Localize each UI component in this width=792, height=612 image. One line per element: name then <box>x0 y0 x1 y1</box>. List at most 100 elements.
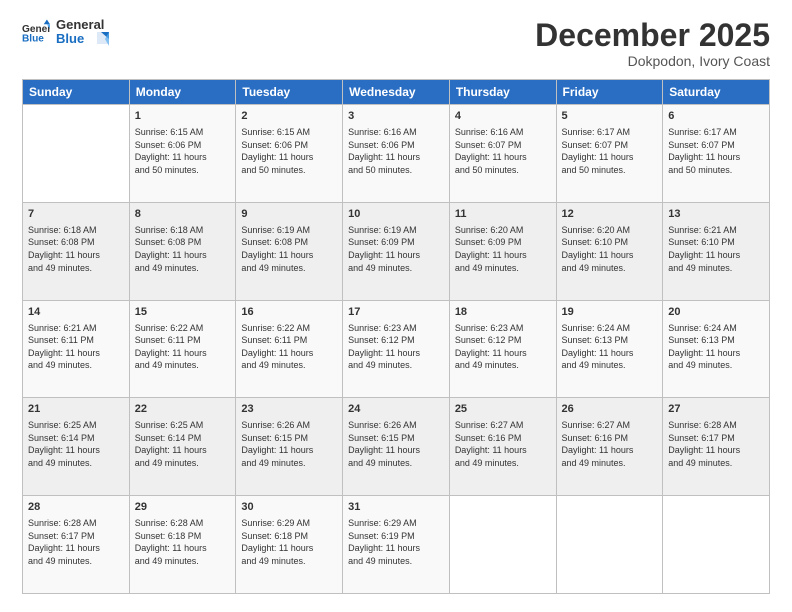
logo-icon: General Blue <box>22 18 50 46</box>
day-number: 27 <box>668 402 764 417</box>
cell-info: Sunrise: 6:23 AM Sunset: 6:12 PM Dayligh… <box>348 322 444 372</box>
day-number: 9 <box>241 207 337 222</box>
cell-info: Sunrise: 6:15 AM Sunset: 6:06 PM Dayligh… <box>135 126 231 176</box>
calendar-cell: 31Sunrise: 6:29 AM Sunset: 6:19 PM Dayli… <box>343 496 450 594</box>
calendar-cell: 8 Sunrise: 6:18 AM Sunset: 6:08 PM Daylig… <box>129 202 236 300</box>
day-number: 30 <box>241 500 337 515</box>
calendar-cell: 21 Sunrise: 6:25 AM Sunset: 6:14 PM Dayli… <box>23 398 130 496</box>
calendar-cell: 5 Sunrise: 6:17 AM Sunset: 6:07 PM Daylig… <box>556 105 663 203</box>
calendar-cell: 22 Sunrise: 6:25 AM Sunset: 6:14 PM Dayli… <box>129 398 236 496</box>
day-number: 25 <box>455 402 551 417</box>
day-number: 7 <box>28 207 124 222</box>
cell-info: Sunrise: 6:26 AM Sunset: 6:15 PM Dayligh… <box>241 419 337 469</box>
location: Dokpodon, Ivory Coast <box>535 53 770 69</box>
cell-info: Sunrise: 6:22 AM Sunset: 6:11 PM Dayligh… <box>135 322 231 372</box>
day-of-week-header: Tuesday <box>236 80 343 105</box>
calendar-cell: 6 Sunrise: 6:17 AM Sunset: 6:07 PM Daylig… <box>663 105 770 203</box>
calendar-cell: 17 Sunrise: 6:23 AM Sunset: 6:12 PM Dayli… <box>343 300 450 398</box>
day-number: 8 <box>135 207 231 222</box>
day-number: 21 <box>28 402 124 417</box>
calendar-cell: 23 Sunrise: 6:26 AM Sunset: 6:15 PM Dayli… <box>236 398 343 496</box>
calendar-cell: 28 Sunrise: 6:28 AM Sunset: 6:17 PM Dayli… <box>23 496 130 594</box>
cell-info: Sunrise: 6:27 AM Sunset: 6:16 PM Dayligh… <box>562 419 658 469</box>
day-number: 11 <box>455 207 551 222</box>
cell-info: Sunrise: 6:21 AM Sunset: 6:10 PM Dayligh… <box>668 224 764 274</box>
day-number: 31 <box>348 500 444 515</box>
day-number: 22 <box>135 402 231 417</box>
day-of-week-header: Wednesday <box>343 80 450 105</box>
calendar-cell: 15Sunrise: 6:22 AM Sunset: 6:11 PM Dayli… <box>129 300 236 398</box>
cell-info: Sunrise: 6:28 AM Sunset: 6:17 PM Dayligh… <box>668 419 764 469</box>
calendar-cell: 12 Sunrise: 6:20 AM Sunset: 6:10 PM Dayli… <box>556 202 663 300</box>
cell-info: Sunrise: 6:19 AM Sunset: 6:08 PM Dayligh… <box>241 224 337 274</box>
calendar-cell <box>23 105 130 203</box>
day-of-week-header: Monday <box>129 80 236 105</box>
calendar-header-row: SundayMondayTuesdayWednesdayThursdayFrid… <box>23 80 770 105</box>
calendar-cell: 24Sunrise: 6:26 AM Sunset: 6:15 PM Dayli… <box>343 398 450 496</box>
day-number: 6 <box>668 109 764 124</box>
calendar-cell: 27 Sunrise: 6:28 AM Sunset: 6:17 PM Dayli… <box>663 398 770 496</box>
calendar-week-row: 7 Sunrise: 6:18 AM Sunset: 6:08 PM Daylig… <box>23 202 770 300</box>
day-number: 13 <box>668 207 764 222</box>
cell-info: Sunrise: 6:25 AM Sunset: 6:14 PM Dayligh… <box>28 419 124 469</box>
day-number: 18 <box>455 305 551 320</box>
day-number: 12 <box>562 207 658 222</box>
day-number: 19 <box>562 305 658 320</box>
cell-info: Sunrise: 6:17 AM Sunset: 6:07 PM Dayligh… <box>668 126 764 176</box>
cell-info: Sunrise: 6:28 AM Sunset: 6:17 PM Dayligh… <box>28 517 124 567</box>
day-number: 29 <box>135 500 231 515</box>
cell-info: Sunrise: 6:23 AM Sunset: 6:12 PM Dayligh… <box>455 322 551 372</box>
calendar-table: SundayMondayTuesdayWednesdayThursdayFrid… <box>22 79 770 594</box>
cell-info: Sunrise: 6:26 AM Sunset: 6:15 PM Dayligh… <box>348 419 444 469</box>
calendar-body: 1Sunrise: 6:15 AM Sunset: 6:06 PM Daylig… <box>23 105 770 594</box>
cell-info: Sunrise: 6:16 AM Sunset: 6:06 PM Dayligh… <box>348 126 444 176</box>
calendar-cell: 30 Sunrise: 6:29 AM Sunset: 6:18 PM Dayli… <box>236 496 343 594</box>
day-number: 4 <box>455 109 551 124</box>
calendar-cell: 16Sunrise: 6:22 AM Sunset: 6:11 PM Dayli… <box>236 300 343 398</box>
calendar-cell: 18 Sunrise: 6:23 AM Sunset: 6:12 PM Dayli… <box>449 300 556 398</box>
day-number: 3 <box>348 109 444 124</box>
day-of-week-header: Thursday <box>449 80 556 105</box>
calendar-cell: 3 Sunrise: 6:16 AM Sunset: 6:06 PM Daylig… <box>343 105 450 203</box>
day-number: 5 <box>562 109 658 124</box>
day-number: 10 <box>348 207 444 222</box>
calendar-cell: 14Sunrise: 6:21 AM Sunset: 6:11 PM Dayli… <box>23 300 130 398</box>
calendar-cell: 26Sunrise: 6:27 AM Sunset: 6:16 PM Dayli… <box>556 398 663 496</box>
cell-info: Sunrise: 6:20 AM Sunset: 6:10 PM Dayligh… <box>562 224 658 274</box>
day-number: 17 <box>348 305 444 320</box>
cell-info: Sunrise: 6:24 AM Sunset: 6:13 PM Dayligh… <box>562 322 658 372</box>
calendar-cell <box>556 496 663 594</box>
day-number: 23 <box>241 402 337 417</box>
day-of-week-header: Saturday <box>663 80 770 105</box>
calendar-cell <box>663 496 770 594</box>
cell-info: Sunrise: 6:18 AM Sunset: 6:08 PM Dayligh… <box>135 224 231 274</box>
cell-info: Sunrise: 6:22 AM Sunset: 6:11 PM Dayligh… <box>241 322 337 372</box>
calendar-cell: 4Sunrise: 6:16 AM Sunset: 6:07 PM Daylig… <box>449 105 556 203</box>
day-number: 14 <box>28 305 124 320</box>
cell-info: Sunrise: 6:28 AM Sunset: 6:18 PM Dayligh… <box>135 517 231 567</box>
calendar-cell: 25 Sunrise: 6:27 AM Sunset: 6:16 PM Dayli… <box>449 398 556 496</box>
cell-info: Sunrise: 6:19 AM Sunset: 6:09 PM Dayligh… <box>348 224 444 274</box>
cell-info: Sunrise: 6:17 AM Sunset: 6:07 PM Dayligh… <box>562 126 658 176</box>
month-title: December 2025 <box>535 18 770 53</box>
svg-text:Blue: Blue <box>22 34 44 45</box>
header: General Blue General Blue December 2025 <box>22 18 770 69</box>
calendar-cell: 7 Sunrise: 6:18 AM Sunset: 6:08 PM Daylig… <box>23 202 130 300</box>
cell-info: Sunrise: 6:20 AM Sunset: 6:09 PM Dayligh… <box>455 224 551 274</box>
logo-wave-icon <box>87 32 109 46</box>
calendar-week-row: 28 Sunrise: 6:28 AM Sunset: 6:17 PM Dayli… <box>23 496 770 594</box>
cell-info: Sunrise: 6:29 AM Sunset: 6:18 PM Dayligh… <box>241 517 337 567</box>
calendar-cell: 20Sunrise: 6:24 AM Sunset: 6:13 PM Dayli… <box>663 300 770 398</box>
logo-general: General <box>56 18 109 32</box>
day-number: 28 <box>28 500 124 515</box>
calendar-cell: 9 Sunrise: 6:19 AM Sunset: 6:08 PM Daylig… <box>236 202 343 300</box>
calendar-cell: 10 Sunrise: 6:19 AM Sunset: 6:09 PM Dayli… <box>343 202 450 300</box>
day-of-week-header: Friday <box>556 80 663 105</box>
cell-info: Sunrise: 6:27 AM Sunset: 6:16 PM Dayligh… <box>455 419 551 469</box>
cell-info: Sunrise: 6:25 AM Sunset: 6:14 PM Dayligh… <box>135 419 231 469</box>
logo-blue: Blue <box>56 32 109 46</box>
calendar-week-row: 14Sunrise: 6:21 AM Sunset: 6:11 PM Dayli… <box>23 300 770 398</box>
day-number: 2 <box>241 109 337 124</box>
cell-info: Sunrise: 6:24 AM Sunset: 6:13 PM Dayligh… <box>668 322 764 372</box>
cell-info: Sunrise: 6:18 AM Sunset: 6:08 PM Dayligh… <box>28 224 124 274</box>
